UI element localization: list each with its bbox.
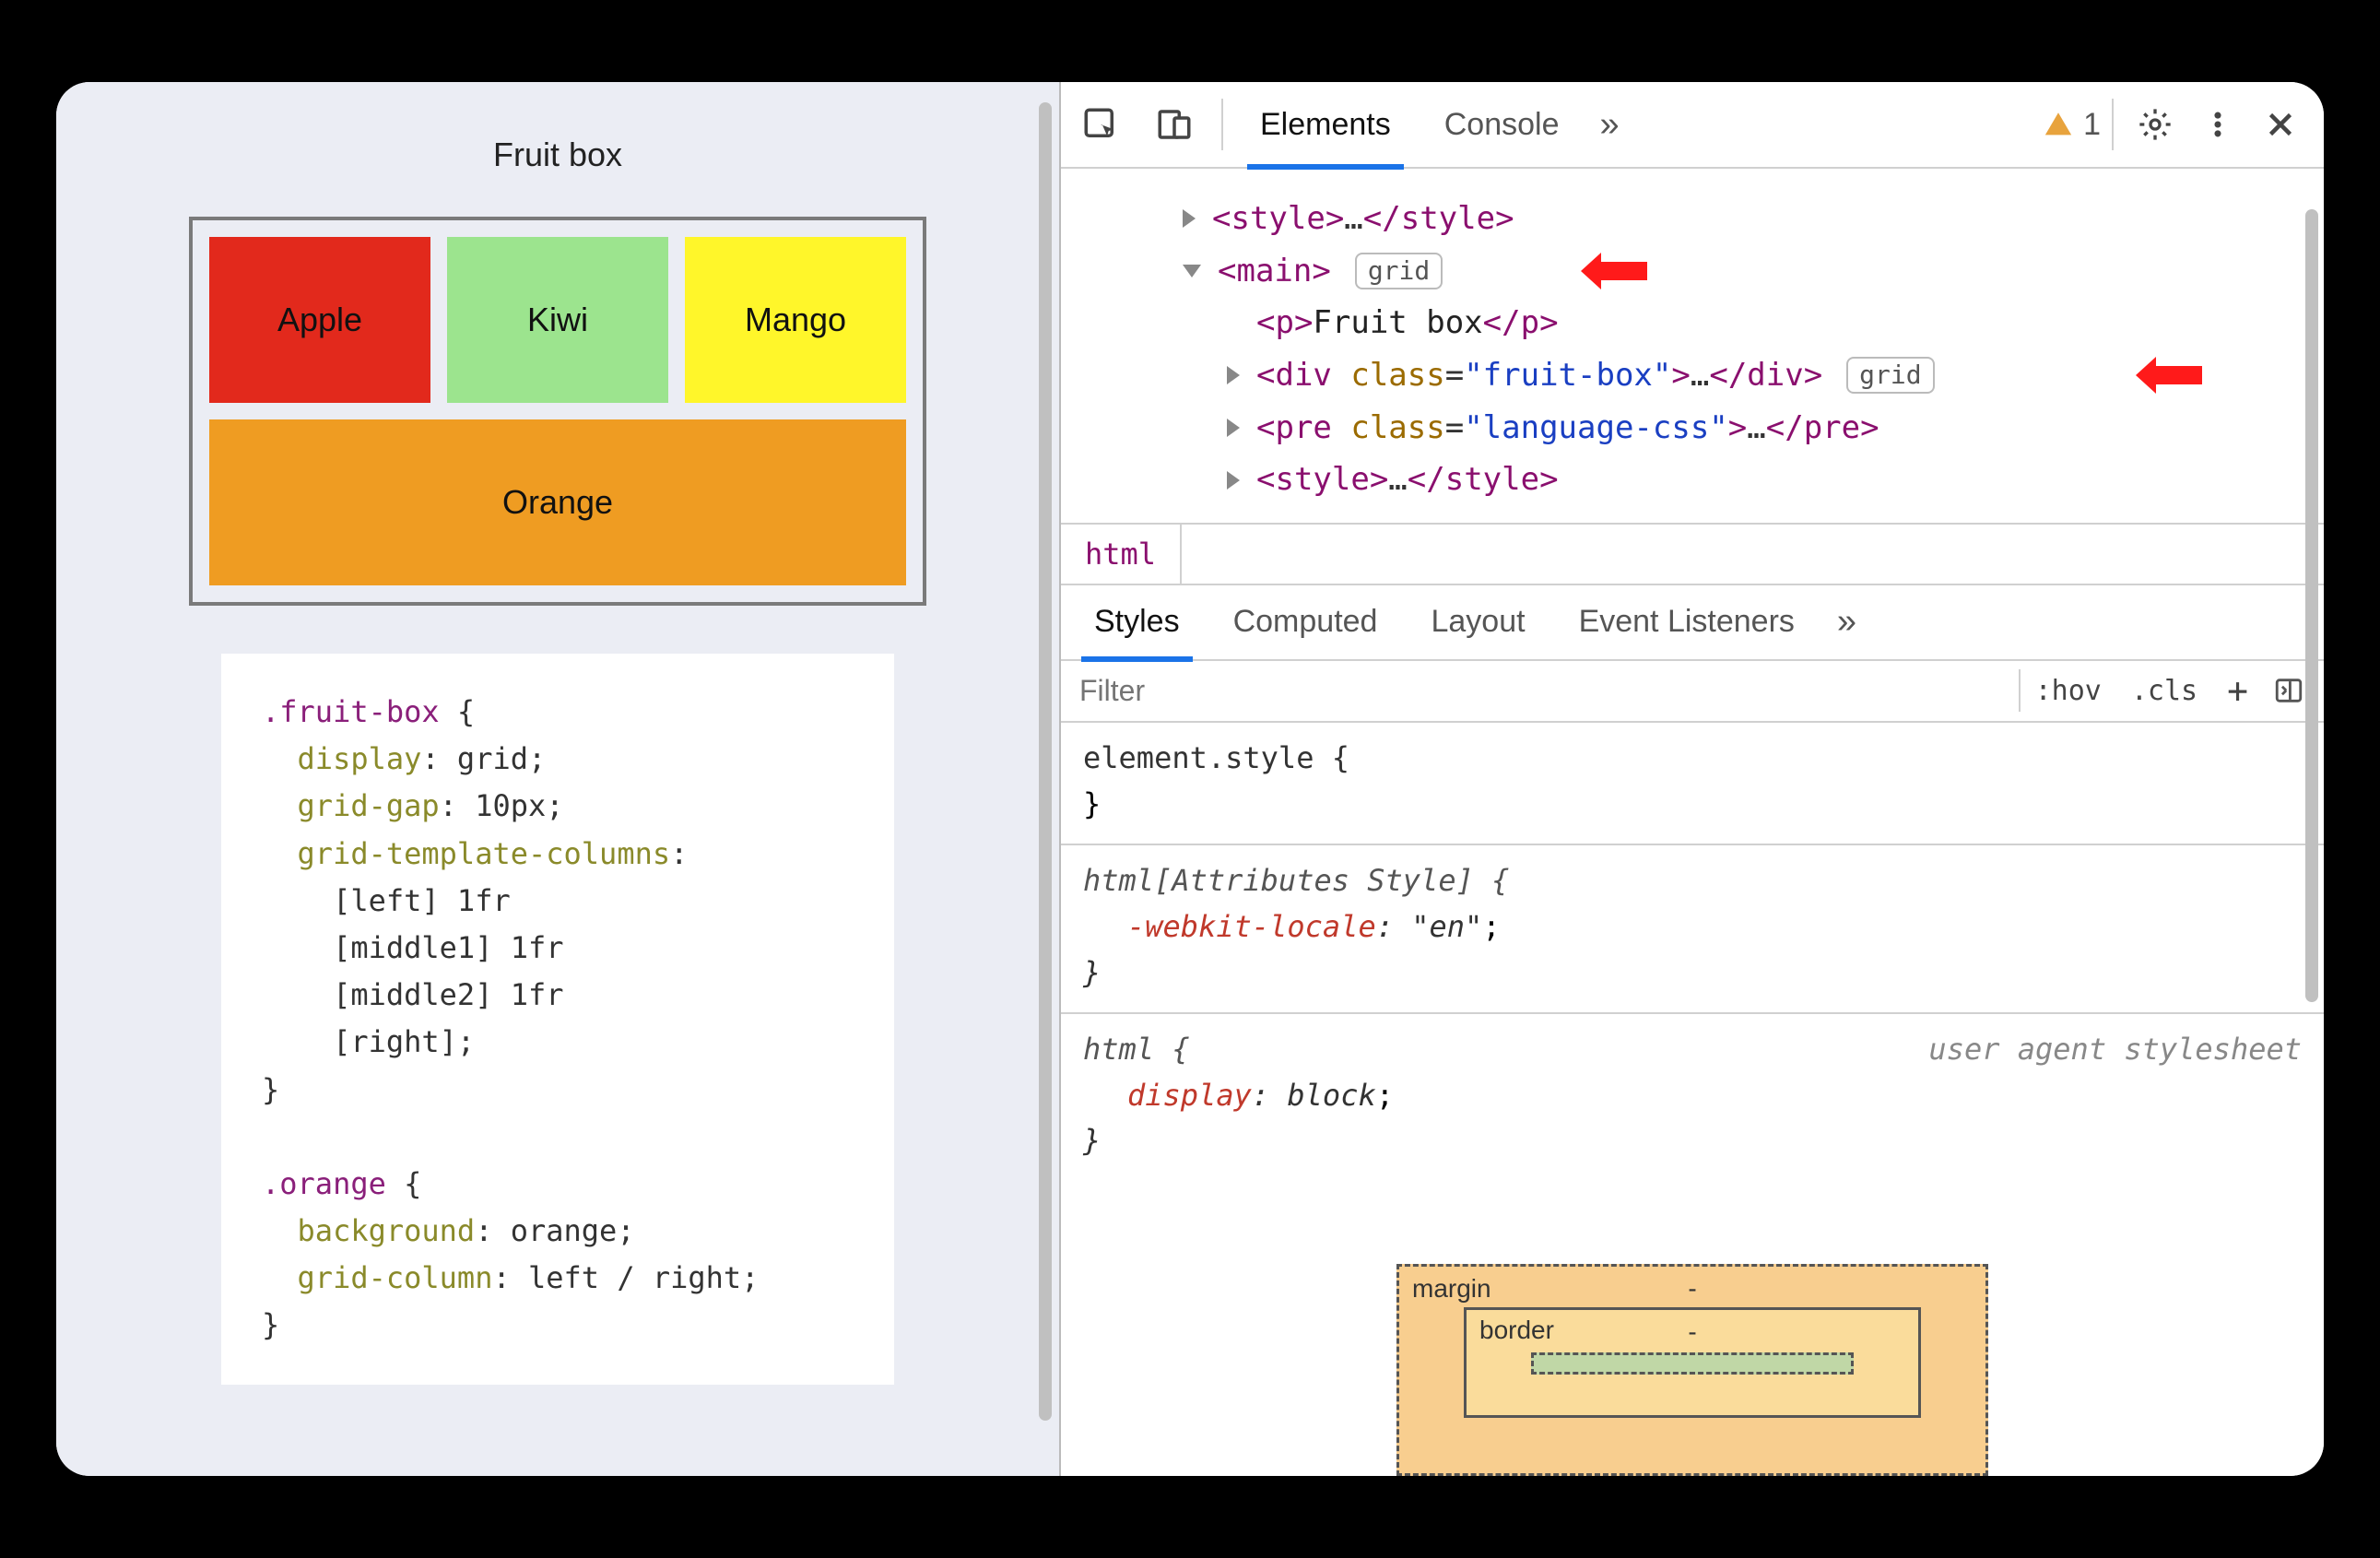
cls-toggle[interactable]: .cls — [2116, 675, 2212, 707]
tabbar-sep — [1221, 99, 1223, 150]
tabbar-sep2 — [2112, 99, 2114, 150]
panel-icon — [2273, 675, 2304, 706]
subtab-styles[interactable]: Styles — [1070, 584, 1204, 660]
rule-origin-label: user agent stylesheet — [1928, 1027, 2302, 1073]
css-code-block: .fruit-box { display: grid; grid-gap: 10… — [221, 654, 894, 1385]
dom-node-style2[interactable]: <style>…</style> — [1183, 454, 2324, 506]
fruit-orange: Orange — [209, 419, 906, 585]
hov-toggle[interactable]: :hov — [2021, 675, 2116, 707]
devtools-tabbar: Elements Console » 1 — [1061, 82, 2324, 169]
box-model-padding[interactable] — [1531, 1352, 1854, 1375]
caret-icon[interactable] — [1227, 419, 1240, 437]
annotation-arrow-icon — [2136, 349, 2202, 401]
settings-button[interactable] — [2125, 94, 2186, 155]
new-rule-button[interactable]: + — [2212, 670, 2263, 711]
dom-node-div-fruitbox[interactable]: <div class="fruit-box">…</div> grid — [1183, 349, 2324, 402]
breadcrumb-html[interactable]: html — [1061, 525, 1182, 584]
tab-overflow[interactable]: » — [1586, 82, 1632, 168]
caret-icon[interactable] — [1183, 209, 1196, 228]
box-model-diagram: margin - border - — [1061, 1181, 2324, 1476]
rule-element-style[interactable]: element.style { } — [1061, 723, 2324, 845]
subtab-events[interactable]: Event Listeners — [1555, 584, 1819, 660]
styles-subtabs: Styles Computed Layout Event Listeners » — [1061, 585, 2324, 661]
caret-down-icon[interactable] — [1183, 265, 1201, 277]
caret-icon[interactable] — [1227, 471, 1240, 490]
subtab-computed[interactable]: Computed — [1209, 584, 1402, 660]
styles-filter-bar: :hov .cls + — [1061, 661, 2324, 724]
dom-tree[interactable]: <style>…</style> <main> grid <p>Fruit bo… — [1061, 169, 2324, 523]
gear-icon — [2137, 106, 2174, 143]
inspect-element-icon[interactable] — [1065, 89, 1137, 160]
close-icon — [2264, 108, 2297, 141]
fruit-kiwi: Kiwi — [447, 237, 668, 403]
page-title: Fruit box — [493, 136, 622, 174]
tab-elements[interactable]: Elements — [1234, 82, 1417, 168]
subtab-layout[interactable]: Layout — [1407, 584, 1549, 660]
grid-badge[interactable]: grid — [1846, 357, 1934, 394]
device-toolbar-icon[interactable] — [1138, 89, 1210, 160]
box-model-margin[interactable]: margin - border - — [1396, 1264, 1988, 1476]
style-rules-list: element.style { } html[Attributes Style]… — [1061, 723, 2324, 1181]
warning-badge[interactable]: 1 — [2043, 107, 2101, 143]
rendered-page-pane: Fruit box Apple Kiwi Mango Orange .fruit… — [56, 82, 1061, 1476]
box-model-border[interactable]: border - — [1464, 1307, 1921, 1418]
fruit-apple: Apple — [209, 237, 430, 403]
dom-node-p[interactable]: <p>Fruit box</p> — [1183, 297, 2324, 349]
styles-filter-input[interactable] — [1061, 674, 2019, 708]
dom-node-style[interactable]: <style>…</style> — [1138, 193, 2324, 245]
tab-console[interactable]: Console — [1419, 82, 1585, 168]
close-button[interactable] — [2250, 94, 2311, 155]
rule-html-attributes[interactable]: html[Attributes Style] { -webkit-locale:… — [1061, 845, 2324, 1014]
devtools-window: Fruit box Apple Kiwi Mango Orange .fruit… — [56, 82, 2324, 1476]
warning-icon — [2043, 109, 2074, 140]
fruit-mango: Mango — [685, 237, 906, 403]
subtab-overflow[interactable]: » — [1824, 584, 1869, 660]
fruit-box-grid: Apple Kiwi Mango Orange — [189, 217, 926, 606]
caret-icon[interactable] — [1227, 366, 1240, 384]
more-button[interactable] — [2187, 94, 2248, 155]
devtools-pane: Elements Console » 1 <style>…</sty — [1061, 82, 2324, 1476]
rule-html-useragent[interactable]: html {user agent stylesheet display: blo… — [1061, 1014, 2324, 1181]
page-scrollbar-thumb[interactable] — [1039, 102, 1052, 1421]
breadcrumb: html — [1061, 523, 2324, 585]
kebab-icon — [2202, 109, 2233, 140]
grid-badge[interactable]: grid — [1355, 253, 1443, 289]
dom-node-main[interactable]: <main> grid — [1138, 245, 2324, 298]
dom-node-pre[interactable]: <pre class="language-css">…</pre> — [1183, 402, 2324, 454]
annotation-arrow-icon — [1581, 245, 1647, 297]
